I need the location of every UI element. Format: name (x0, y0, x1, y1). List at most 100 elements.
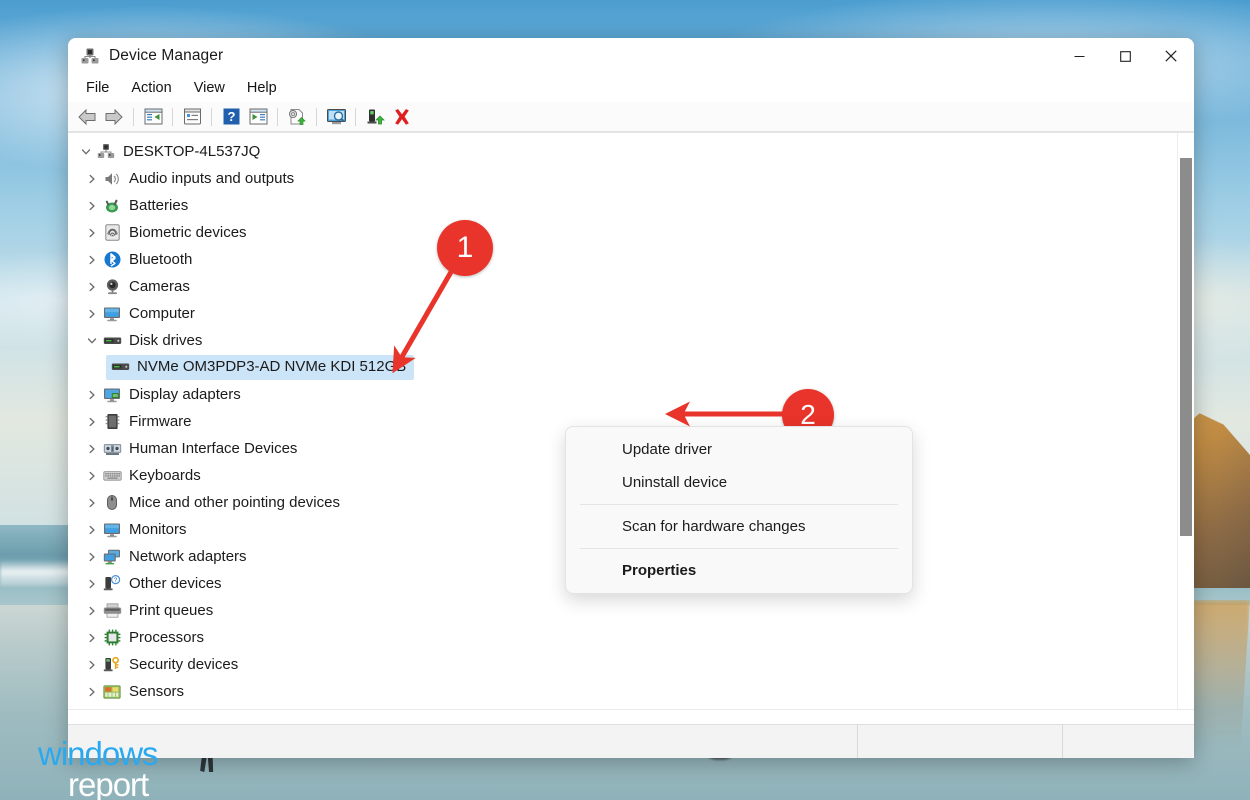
menu-bar: File Action View Help (68, 74, 1194, 102)
chevron-right-icon[interactable] (82, 660, 102, 670)
chevron-right-icon[interactable] (82, 390, 102, 400)
svg-text:?: ? (227, 109, 235, 124)
tree-row-root[interactable]: DESKTOP-4L537JQ (68, 138, 1177, 165)
display-adapter-icon (102, 386, 122, 404)
tree-item-label: Bluetooth (129, 252, 192, 268)
status-pane-3 (1063, 725, 1194, 759)
menu-action[interactable]: Action (121, 77, 181, 99)
tree-row-security-devices[interactable]: Security devices (68, 651, 1177, 678)
chevron-right-icon[interactable] (82, 606, 102, 616)
chevron-right-icon[interactable] (82, 228, 102, 238)
chevron-right-icon[interactable] (82, 255, 102, 265)
fingerprint-icon (102, 224, 122, 242)
chevron-right-icon[interactable] (82, 687, 102, 697)
chevron-right-icon[interactable] (82, 498, 102, 508)
tree-row-bluetooth[interactable]: Bluetooth (68, 246, 1177, 273)
annotation-badge-1: 1 (437, 220, 493, 276)
minimize-button[interactable] (1056, 38, 1102, 74)
tree-item-label: Human Interface Devices (129, 441, 297, 457)
tree-row-display-adapters[interactable]: Display adapters (68, 381, 1177, 408)
chevron-right-icon[interactable] (82, 417, 102, 427)
vertical-scrollbar[interactable] (1177, 133, 1194, 709)
menu-view[interactable]: View (184, 77, 235, 99)
tree-row-sensors[interactable]: Sensors (68, 678, 1177, 705)
battery-icon (102, 197, 122, 215)
device-tree[interactable]: DESKTOP-4L537JQ Audio inputs and o (68, 133, 1177, 709)
tree-row-processors[interactable]: Processors (68, 624, 1177, 651)
chevron-right-icon[interactable] (82, 525, 102, 535)
tree-item-label: Batteries (129, 198, 188, 214)
close-icon (1165, 50, 1177, 62)
monitor-icon (102, 521, 122, 539)
toolbar: ? (68, 102, 1194, 132)
tree-item-label: Display adapters (129, 387, 241, 403)
chevron-right-icon[interactable] (82, 174, 102, 184)
tree-item-label: Sensors (129, 684, 184, 700)
chevron-right-icon[interactable] (82, 633, 102, 643)
tree-row-print-queues[interactable]: Print queues (68, 597, 1177, 624)
minimize-icon (1074, 51, 1085, 62)
forward-icon[interactable] (101, 105, 127, 129)
tree-item-label: Other devices (129, 576, 222, 592)
monitor-icon (102, 305, 122, 323)
tree-item-label: Cameras (129, 279, 190, 295)
properties-menu-item[interactable]: Properties (566, 554, 912, 587)
context-menu-separator-2 (580, 548, 898, 549)
chevron-right-icon[interactable] (82, 201, 102, 211)
close-button[interactable] (1148, 38, 1194, 74)
enable-device-icon[interactable] (362, 105, 388, 129)
tree-row-biometric-devices[interactable]: Biometric devices (68, 219, 1177, 246)
chevron-right-icon[interactable] (82, 552, 102, 562)
watermark: windows report (38, 738, 158, 800)
chevron-right-icon[interactable] (82, 282, 102, 292)
horizontal-scrollbar[interactable] (68, 709, 1194, 724)
desktop-background: Device Manager (0, 0, 1250, 800)
chevron-right-icon[interactable] (82, 471, 102, 481)
show-hide-action-pane-icon[interactable] (245, 105, 271, 129)
tree-item-label: Network adapters (129, 549, 247, 565)
tree-item-label: Firmware (129, 414, 192, 430)
window-title: Device Manager (109, 47, 223, 65)
uninstall-device-icon[interactable] (389, 105, 415, 129)
menu-file[interactable]: File (76, 77, 119, 99)
menu-help[interactable]: Help (237, 77, 287, 99)
chevron-right-icon[interactable] (82, 579, 102, 589)
status-pane-1 (68, 725, 858, 759)
help-icon[interactable]: ? (218, 105, 244, 129)
chevron-down-icon[interactable] (82, 336, 102, 346)
toolbar-separator-2 (172, 108, 173, 126)
properties-icon[interactable] (179, 105, 205, 129)
security-device-icon (102, 656, 122, 674)
vertical-scrollbar-thumb[interactable] (1180, 158, 1192, 536)
scan-for-hardware-changes-menu-item[interactable]: Scan for hardware changes (566, 510, 912, 543)
title-bar: Device Manager (68, 38, 1194, 74)
status-pane-2 (858, 725, 1063, 759)
bluetooth-icon (102, 251, 122, 269)
printer-icon (102, 602, 122, 620)
scan-for-hardware-changes-icon[interactable] (323, 105, 349, 129)
toolbar-separator-5 (316, 108, 317, 126)
camera-icon (102, 278, 122, 296)
uninstall-device-menu-item[interactable]: Uninstall device (566, 466, 912, 499)
show-hide-console-tree-icon[interactable] (140, 105, 166, 129)
maximize-button[interactable] (1102, 38, 1148, 74)
update-driver-menu-item[interactable]: Update driver (566, 433, 912, 466)
tree-row-audio-inputs-and-outputs[interactable]: Audio inputs and outputs (68, 165, 1177, 192)
tree-row-batteries[interactable]: Batteries (68, 192, 1177, 219)
selected-device-row[interactable]: NVMe OM3PDP3-AD NVMe KDI 512GB (68, 354, 1177, 381)
chevron-right-icon[interactable] (82, 444, 102, 454)
tree-row-computer[interactable]: Computer (68, 300, 1177, 327)
tree-item-label: Audio inputs and outputs (129, 171, 294, 187)
tree-item-label: Monitors (129, 522, 187, 538)
chevron-right-icon[interactable] (82, 309, 102, 319)
tree-row-disk-drives[interactable]: Disk drives (68, 327, 1177, 354)
back-icon[interactable] (74, 105, 100, 129)
update-driver-icon[interactable] (284, 105, 310, 129)
watermark-line-1: windows (38, 738, 158, 769)
status-bar (68, 724, 1194, 758)
chevron-down-icon[interactable] (76, 147, 96, 157)
tree-item-label: Print queues (129, 603, 213, 619)
tree-row-cameras[interactable]: Cameras (68, 273, 1177, 300)
selected-device-label: NVMe OM3PDP3-AD NVMe KDI 512GB (137, 359, 406, 375)
tree-item-label: Mice and other pointing devices (129, 495, 340, 511)
